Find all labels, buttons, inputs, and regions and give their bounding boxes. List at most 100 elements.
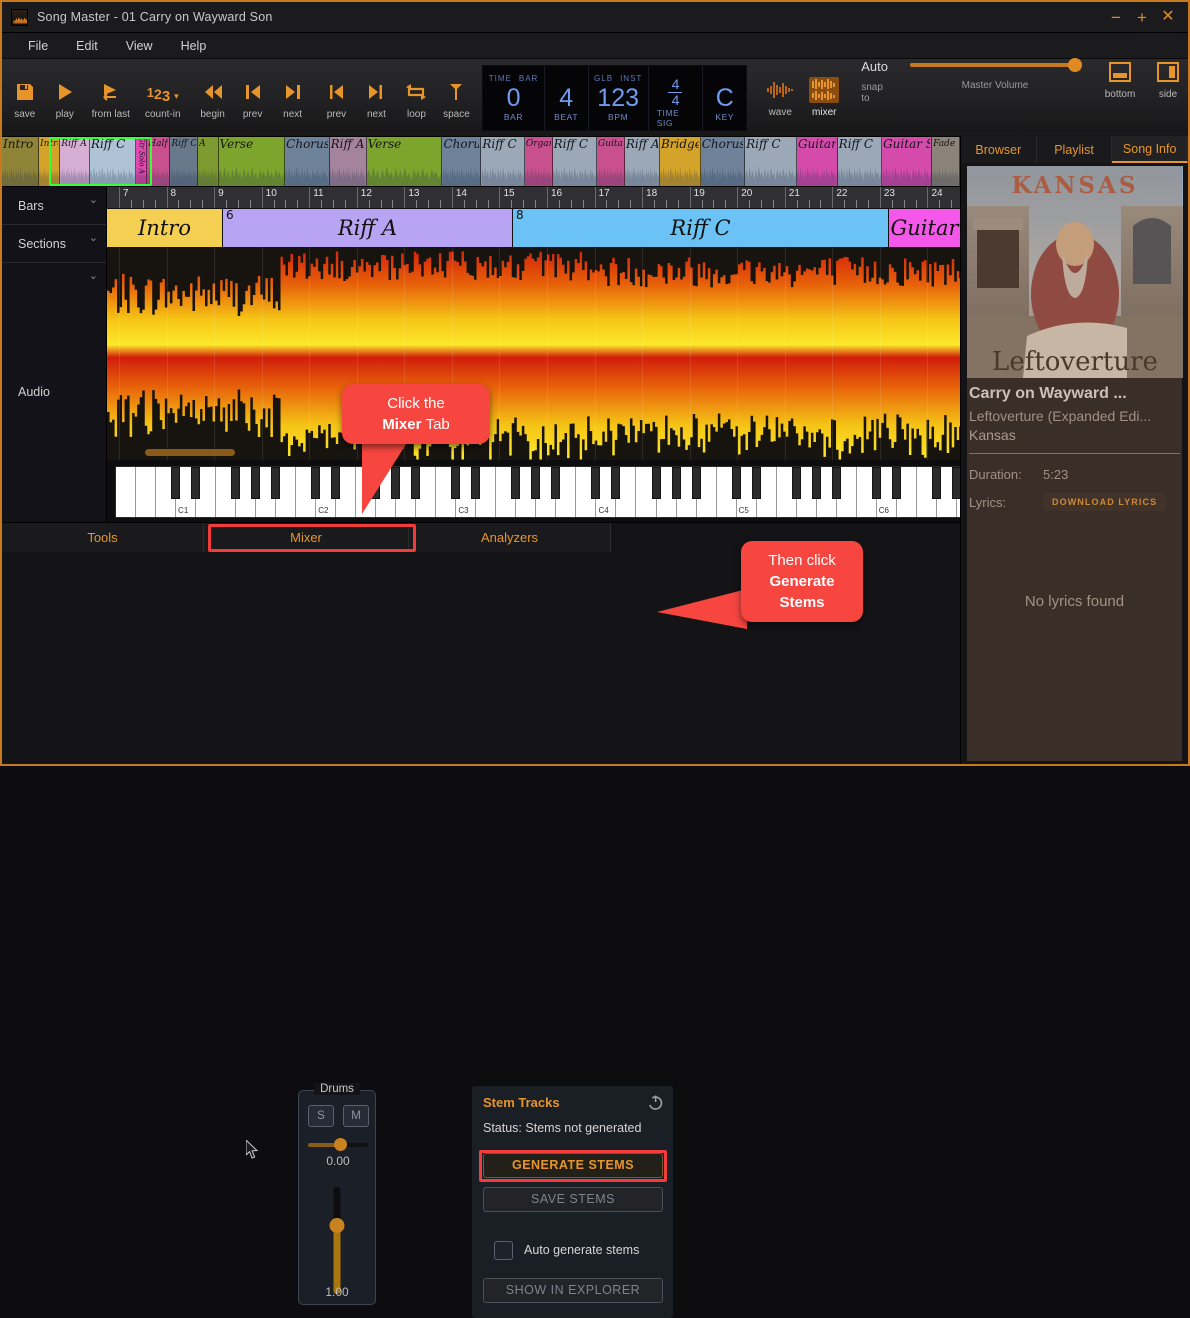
- mixer-view-button[interactable]: mixer: [803, 77, 845, 118]
- section-block[interactable]: Guitar: [889, 209, 961, 247]
- play-button[interactable]: play: [45, 75, 85, 120]
- count-in-button[interactable]: 123 ▾ count-in: [137, 75, 189, 121]
- overview-segment[interactable]: Verse: [218, 137, 286, 186]
- overview-segment[interactable]: Riff A: [60, 137, 90, 186]
- pan-control[interactable]: 0.00: [308, 1137, 368, 1168]
- maximize-button[interactable]: +: [1129, 2, 1155, 33]
- close-button[interactable]: ✕: [1155, 2, 1181, 33]
- bar-display[interactable]: TIME BAR 0 BAR: [483, 66, 543, 130]
- section-block[interactable]: 6 Riff A: [223, 209, 513, 247]
- overview-segment[interactable]: Fade out: [932, 137, 960, 186]
- overview-segment[interactable]: Riff C: [552, 137, 598, 186]
- piano-black-key[interactable]: [931, 466, 941, 499]
- mute-button[interactable]: M: [343, 1104, 369, 1127]
- overview-segment[interactable]: Verse: [366, 137, 443, 186]
- overview-segment[interactable]: Riff C: [481, 137, 525, 186]
- piano-black-key[interactable]: [671, 466, 681, 499]
- piano-white-key[interactable]: [136, 466, 157, 517]
- space-button[interactable]: space: [436, 75, 476, 120]
- bpm-display[interactable]: GLB INST 123 BPM: [587, 65, 648, 130]
- overview-segment[interactable]: Half - Riff: [147, 137, 171, 186]
- prev-bar-button[interactable]: prev: [316, 75, 356, 120]
- menu-item-edit[interactable]: Edit: [62, 36, 112, 56]
- minimize-button[interactable]: −: [1103, 2, 1129, 33]
- tab-song-info[interactable]: Song Info: [1112, 136, 1189, 163]
- master-volume-slider[interactable]: [910, 58, 1082, 72]
- piano-black-key[interactable]: [471, 466, 481, 499]
- track-header-sections[interactable]: Sections ⌄: [2, 225, 106, 263]
- piano-black-key[interactable]: [251, 466, 261, 499]
- chevron-down-icon[interactable]: ⌄: [89, 269, 98, 282]
- overview-segment[interactable]: Guitar Solo: [796, 137, 838, 186]
- overview-segment[interactable]: Riff C: [837, 137, 883, 186]
- piano-black-key[interactable]: [331, 466, 341, 499]
- section-block[interactable]: Intro: [107, 209, 223, 247]
- next-bar-button[interactable]: next: [356, 75, 396, 120]
- chevron-down-icon[interactable]: ⌄: [89, 193, 98, 206]
- snap-to-control[interactable]: Auto snap to: [861, 59, 888, 136]
- piano-black-key[interactable]: [891, 466, 901, 499]
- auto-generate-stems-row[interactable]: Auto generate stems: [494, 1240, 639, 1260]
- save-stems-button[interactable]: SAVE STEMS: [483, 1186, 663, 1212]
- piano-black-key[interactable]: [531, 466, 541, 499]
- tab-mixer[interactable]: Mixer: [204, 522, 409, 552]
- overview-segment[interactable]: Chorus: [700, 137, 746, 186]
- section-block[interactable]: 8 Riff C: [513, 209, 889, 247]
- power-icon[interactable]: [647, 1094, 664, 1111]
- piano-black-key[interactable]: [591, 466, 601, 499]
- pan-slider[interactable]: [308, 1137, 368, 1151]
- overview-segment[interactable]: Bridge: [659, 137, 701, 186]
- download-lyrics-button[interactable]: DOWNLOAD LYRICS: [1043, 493, 1167, 511]
- from-last-button[interactable]: from last: [85, 75, 137, 120]
- generate-stems-button[interactable]: GENERATE STEMS: [483, 1152, 663, 1178]
- overview-segment[interactable]: Intro: [39, 137, 61, 186]
- dock-side-button[interactable]: side: [1148, 59, 1188, 136]
- tab-tools[interactable]: Tools: [2, 522, 204, 552]
- tab-browser[interactable]: Browser: [961, 136, 1037, 163]
- piano-black-key[interactable]: [811, 466, 821, 499]
- piano-black-key[interactable]: [451, 466, 461, 499]
- overview-segment[interactable]: Gtr Solo A: [136, 137, 148, 186]
- track-header-bars[interactable]: Bars ⌄: [2, 187, 106, 225]
- menu-item-help[interactable]: Help: [167, 36, 221, 56]
- prev-section-button[interactable]: prev: [233, 75, 273, 120]
- piano-black-key[interactable]: [191, 466, 201, 499]
- piano-black-key[interactable]: [831, 466, 841, 499]
- save-button[interactable]: save: [5, 75, 45, 120]
- key-display[interactable]: C KEY: [702, 65, 746, 130]
- piano-black-key[interactable]: [511, 466, 521, 499]
- overview-segment[interactable]: Guitar Solo: [882, 137, 933, 186]
- auto-generate-stems-checkbox[interactable]: [494, 1240, 513, 1260]
- menu-item-file[interactable]: File: [14, 36, 62, 56]
- begin-button[interactable]: begin: [193, 75, 233, 120]
- time-signature-display[interactable]: 4 4 TIME SIG: [647, 65, 703, 130]
- dock-bottom-button[interactable]: bottom: [1100, 59, 1140, 136]
- piano-black-key[interactable]: [171, 466, 181, 499]
- menu-item-view[interactable]: View: [112, 36, 167, 56]
- volume-fader[interactable]: [329, 1186, 345, 1294]
- overview-segment[interactable]: Guitar Solo: [597, 137, 625, 186]
- overview-segment[interactable]: Organ Solo: [524, 137, 553, 186]
- piano-white-key[interactable]: [116, 466, 137, 517]
- audio-scroll-thumb[interactable]: [145, 448, 235, 456]
- album-art[interactable]: KANSAS Leftoverture: [967, 166, 1183, 378]
- overview-segment[interactable]: Chorus: [442, 137, 482, 186]
- overview-segment[interactable]: Riff C: [89, 137, 137, 186]
- overview-segment[interactable]: Riff A: [329, 137, 367, 186]
- piano-black-key[interactable]: [611, 466, 621, 499]
- chevron-down-icon[interactable]: ⌄: [89, 231, 98, 244]
- overview-segment[interactable]: Intro: [2, 137, 40, 186]
- piano-black-key[interactable]: [231, 466, 241, 499]
- piano-black-key[interactable]: [271, 466, 281, 499]
- show-in-explorer-button[interactable]: SHOW IN EXPLORER: [483, 1277, 663, 1303]
- beat-display[interactable]: 4 BEAT: [543, 65, 588, 130]
- overview-segment[interactable]: Riff C: [170, 137, 199, 186]
- volume-fader-knob[interactable]: [329, 1217, 345, 1233]
- master-volume-control[interactable]: Master Volume: [910, 58, 1082, 136]
- piano-black-key[interactable]: [751, 466, 761, 499]
- overview-segment[interactable]: Riff C: [745, 137, 797, 186]
- overview-segment[interactable]: A: [198, 137, 219, 186]
- next-section-button[interactable]: next: [273, 75, 313, 120]
- solo-button[interactable]: S: [308, 1104, 334, 1127]
- loop-button[interactable]: loop: [396, 75, 436, 120]
